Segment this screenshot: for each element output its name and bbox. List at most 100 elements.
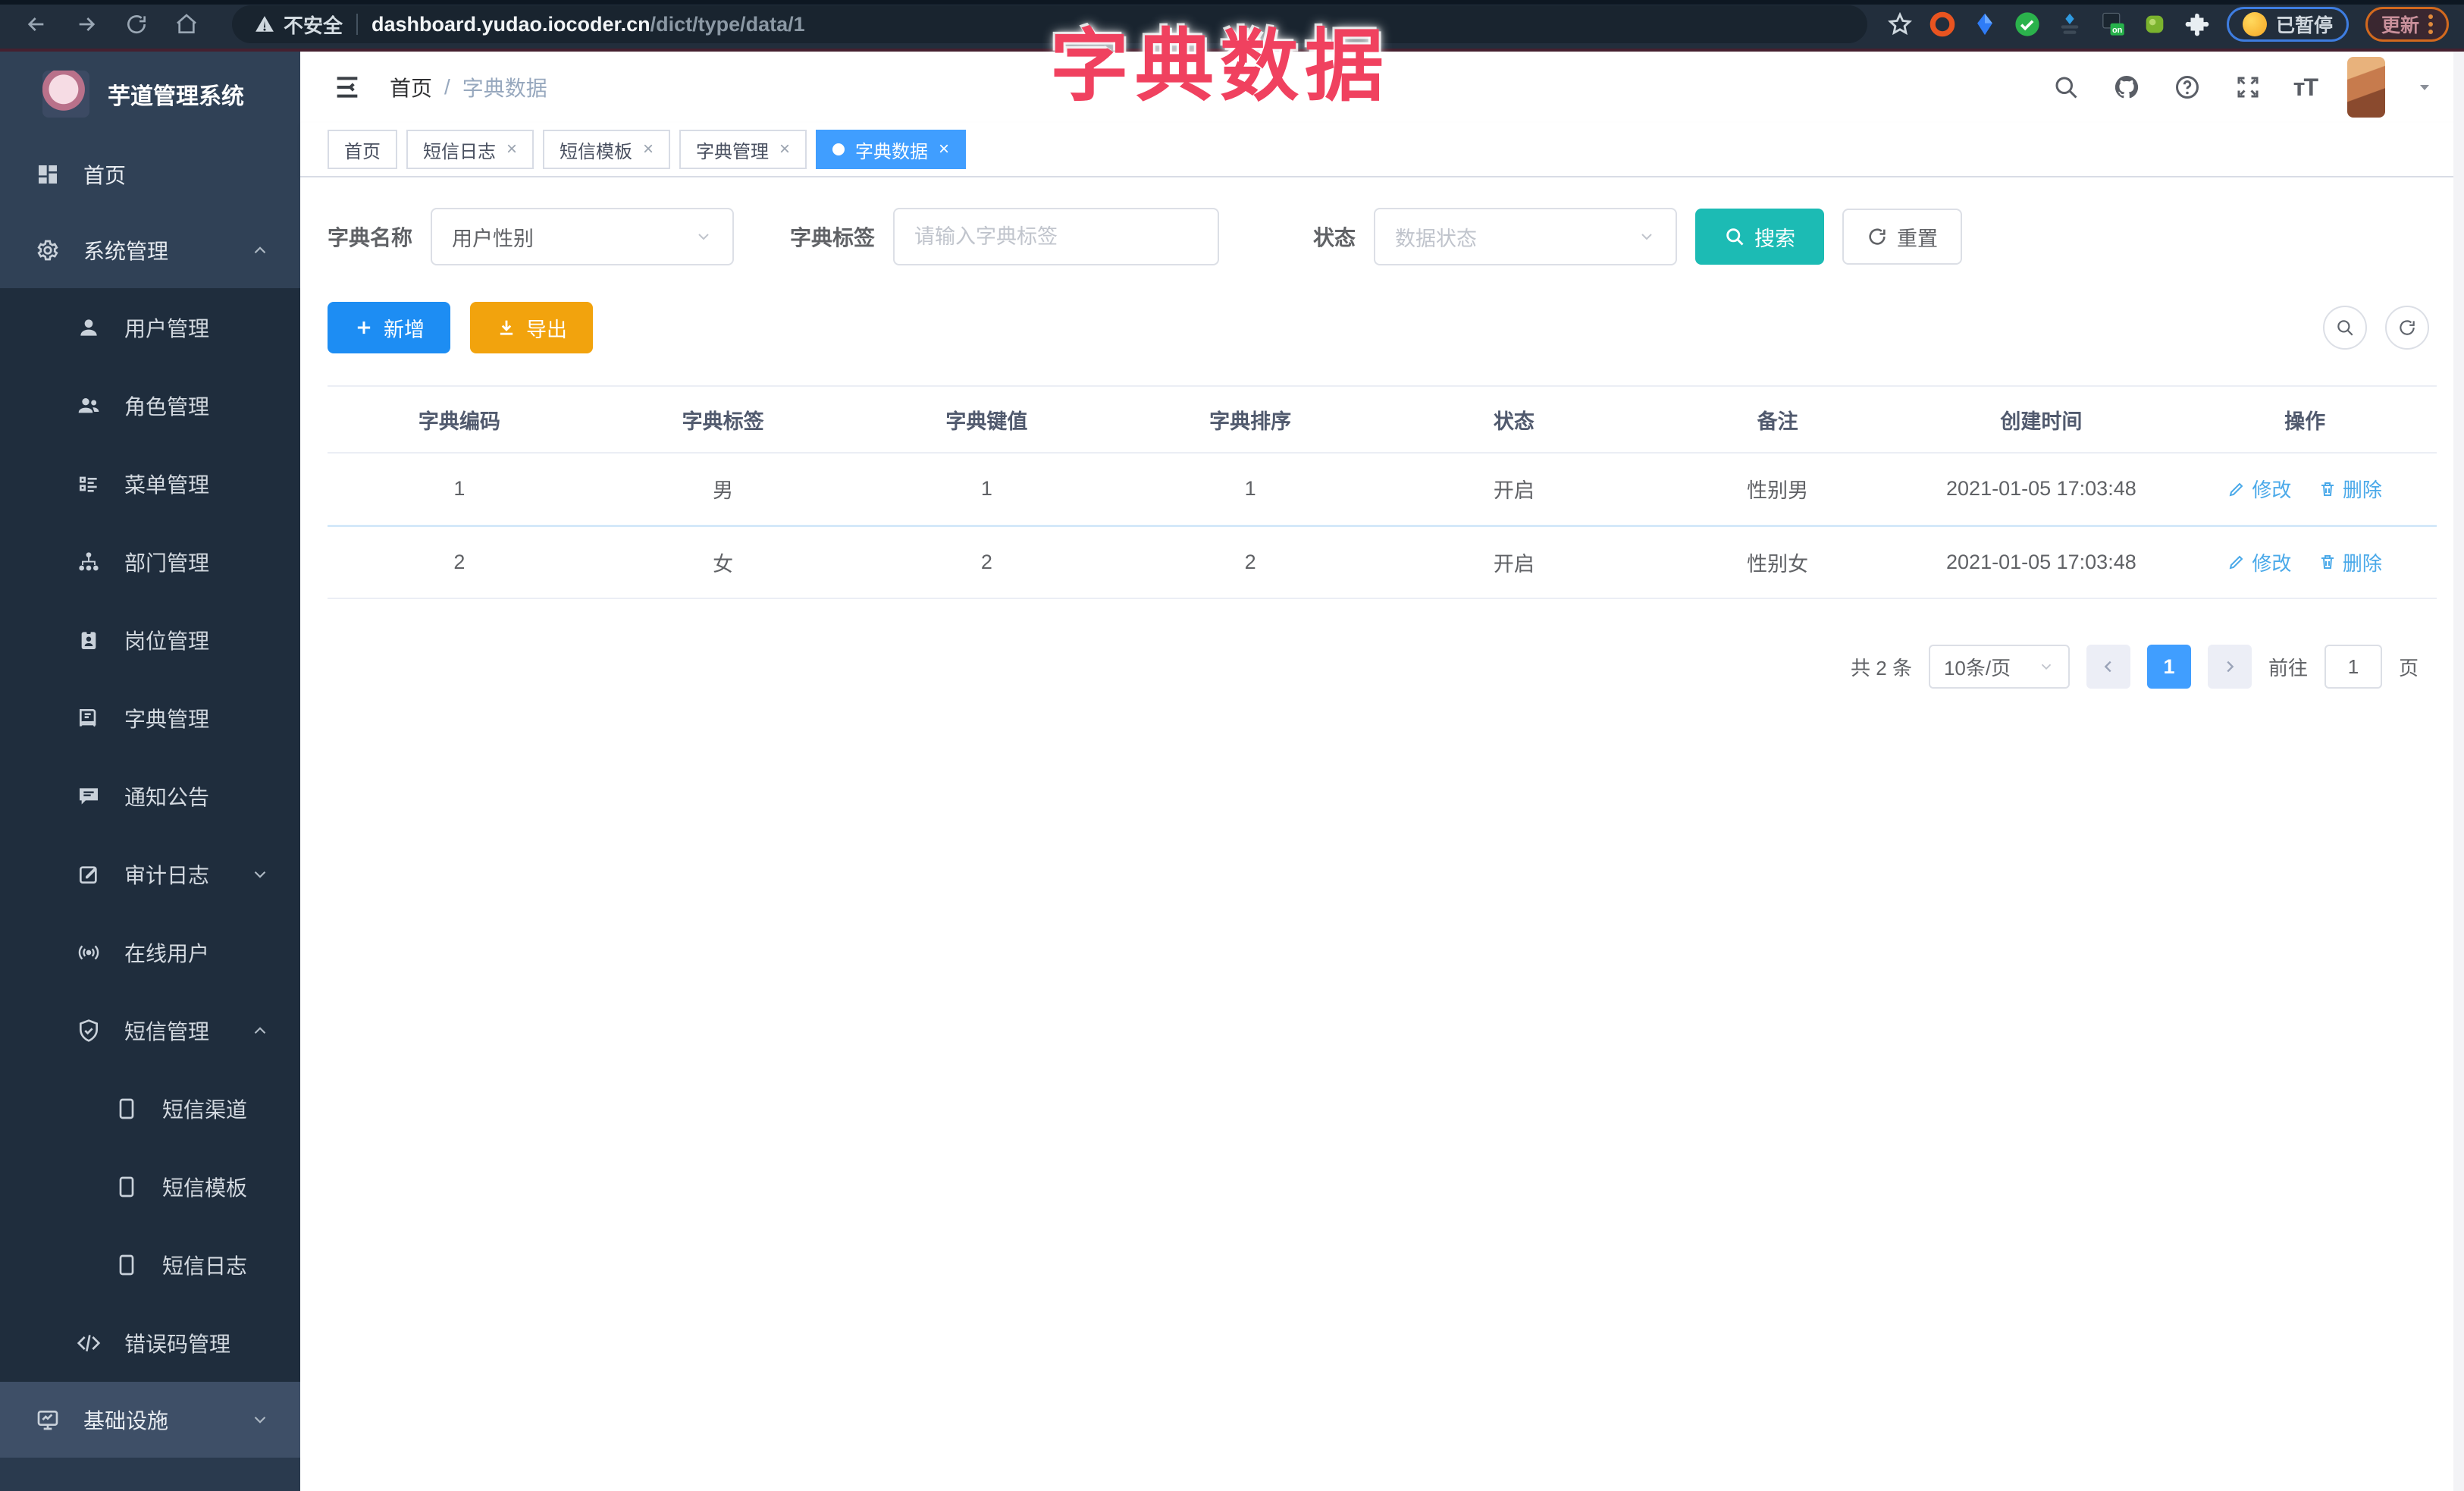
sidebar-item-departments[interactable]: 部门管理 [0,523,300,601]
page-number-button[interactable]: 1 [2146,645,2191,689]
app-logo [42,71,89,118]
bookmark-star-icon[interactable] [1887,11,1913,37]
prev-page-button[interactable] [2086,645,2130,689]
paused-label: 已暂停 [2275,15,2333,36]
caret-down-icon[interactable] [2415,78,2434,96]
sidebar-logo-row[interactable]: 芋道管理系统 [0,52,300,137]
extension-on-badge-icon[interactable]: on [2099,11,2125,37]
add-button[interactable]: 新增 [328,302,450,353]
extension-kite-icon[interactable] [1972,11,1998,37]
fullscreen-icon[interactable] [2233,72,2263,102]
profile-paused-pill[interactable]: 已暂停 [2226,7,2349,42]
font-size-icon[interactable]: ᴛT [2293,74,2318,102]
filter-form: 字典名称 用户性别 字典标签 状态 数据状态 搜索 [328,208,2437,265]
code-icon [76,1330,102,1356]
sidebar-toggle-icon[interactable] [331,71,364,104]
total-count: 共 2 条 [1851,656,1912,680]
extension-green-check-icon[interactable] [2014,11,2040,37]
delete-link[interactable]: 删除 [2318,475,2382,503]
user-avatar[interactable] [2347,57,2385,118]
gear-icon [35,237,61,263]
refresh-circle-button[interactable] [2385,306,2429,350]
close-icon[interactable]: × [506,140,517,159]
chevron-up-icon [250,1021,270,1041]
browser-forward-icon[interactable] [71,9,102,39]
extension-green-leaf-icon[interactable] [2142,11,2168,37]
extensions-puzzle-icon[interactable] [2184,11,2210,37]
sidebar-item-dict[interactable]: 字典管理 [0,679,300,757]
col-status: 状态 [1382,385,1646,454]
help-icon[interactable] [2172,72,2202,102]
browser-menu-icon[interactable] [2428,14,2433,34]
profile-avatar [2242,12,2267,36]
sidebar-item-infrastructure[interactable]: 基础设施 [0,1382,300,1458]
goto-label: 前往 [2268,656,2308,680]
dictionary-book-icon [76,705,102,731]
page-scrollbar[interactable] [2453,52,2464,1491]
tab-dict-manage[interactable]: 字典管理 × [679,130,807,169]
security-label: 不安全 [284,14,343,37]
sidebar-item-sms-template[interactable]: 短信模板 [0,1147,300,1226]
breadcrumb: 首页 / 字典数据 [390,72,547,102]
extension-sliders-icon[interactable] [2057,11,2083,37]
sidebar-item-roles[interactable]: 角色管理 [0,366,300,444]
sidebar-item-system[interactable]: 系统管理 [0,212,300,288]
sidebar-item-online-users[interactable]: 在线用户 [0,913,300,991]
browser-back-icon[interactable] [21,9,52,39]
tab-sms-template[interactable]: 短信模板 × [543,130,671,169]
search-icon[interactable] [2051,72,2081,102]
dashboard-icon [35,162,61,187]
breadcrumb-current: 字典数据 [462,77,547,100]
page-size-select[interactable]: 10条/页 [1928,645,2070,689]
delete-link[interactable]: 删除 [2318,548,2382,576]
table-row[interactable]: 1 男 1 1 开启 性别男 2021-01-05 17:03:48 修改 删除 [328,453,2437,527]
export-button[interactable]: 导出 [470,302,593,353]
sidebar-item-home[interactable]: 首页 [0,137,300,212]
reset-button[interactable]: 重置 [1842,209,1963,265]
sidebar-item-sms[interactable]: 短信管理 [0,991,300,1069]
monitor-icon [35,1407,61,1433]
tab-sms-log[interactable]: 短信日志 × [406,130,534,169]
github-icon[interactable] [2111,72,2142,102]
tab-home[interactable]: 首页 [328,130,397,169]
edit-link[interactable]: 修改 [2227,548,2291,576]
app-title: 芋道管理系统 [108,84,244,109]
main-area: 首页 / 字典数据 ᴛT 首页 短信日志 × 短信模板 × 字典管理 × 字典数… [300,52,2464,1491]
search-button[interactable]: 搜索 [1695,209,1825,265]
sidebar-item-audit-log[interactable]: 审计日志 [0,835,300,913]
edit-link[interactable]: 修改 [2227,475,2291,503]
close-icon[interactable]: × [643,140,654,159]
browser-reload-icon[interactable] [121,9,152,39]
sidebar-item-users[interactable]: 用户管理 [0,288,300,366]
sidebar-item-posts[interactable]: 岗位管理 [0,601,300,679]
dict-tag-input[interactable] [914,224,1199,249]
close-icon[interactable]: × [779,140,790,159]
table-mini-tools [2323,306,2429,350]
sidebar-item-sms-channel[interactable]: 短信渠道 [0,1069,300,1147]
users-icon [76,393,102,419]
tab-dict-data[interactable]: 字典数据 × [816,130,967,169]
sidebar-item-sms-log[interactable]: 短信日志 [0,1226,300,1304]
hide-search-circle-button[interactable] [2323,306,2367,350]
extension-orange-icon[interactable] [1930,11,1955,37]
sidebar-item-notices[interactable]: 通知公告 [0,757,300,835]
topbar-actions: ᴛT [2051,57,2434,118]
announcement-icon [76,783,102,809]
dict-name-select[interactable]: 用户性别 [431,208,735,265]
close-icon[interactable]: × [939,140,949,159]
status-select[interactable]: 数据状态 [1374,208,1678,265]
next-page-button[interactable] [2207,645,2252,689]
browser-update-button[interactable]: 更新 [2365,7,2449,42]
app-window: 芋道管理系统 首页 系统管理 用户管理 角色管理 菜单管理 部门管理 岗位管理 … [0,52,2464,1491]
security-warning-icon [255,14,274,34]
breadcrumb-home[interactable]: 首页 [390,72,432,102]
browser-home-icon[interactable] [171,9,202,39]
chevron-up-icon [250,240,270,260]
online-signal-icon [76,940,102,965]
goto-page-input[interactable] [2330,654,2376,679]
sidebar-item-error-codes[interactable]: 错误码管理 [0,1304,300,1382]
sidebar-item-menus[interactable]: 菜单管理 [0,444,300,523]
table-row[interactable]: 2 女 2 2 开启 性别女 2021-01-05 17:03:48 修改 删除 [328,526,2437,599]
edit-square-icon [76,862,102,887]
url-path: /dict/type/data/1 [650,12,805,36]
